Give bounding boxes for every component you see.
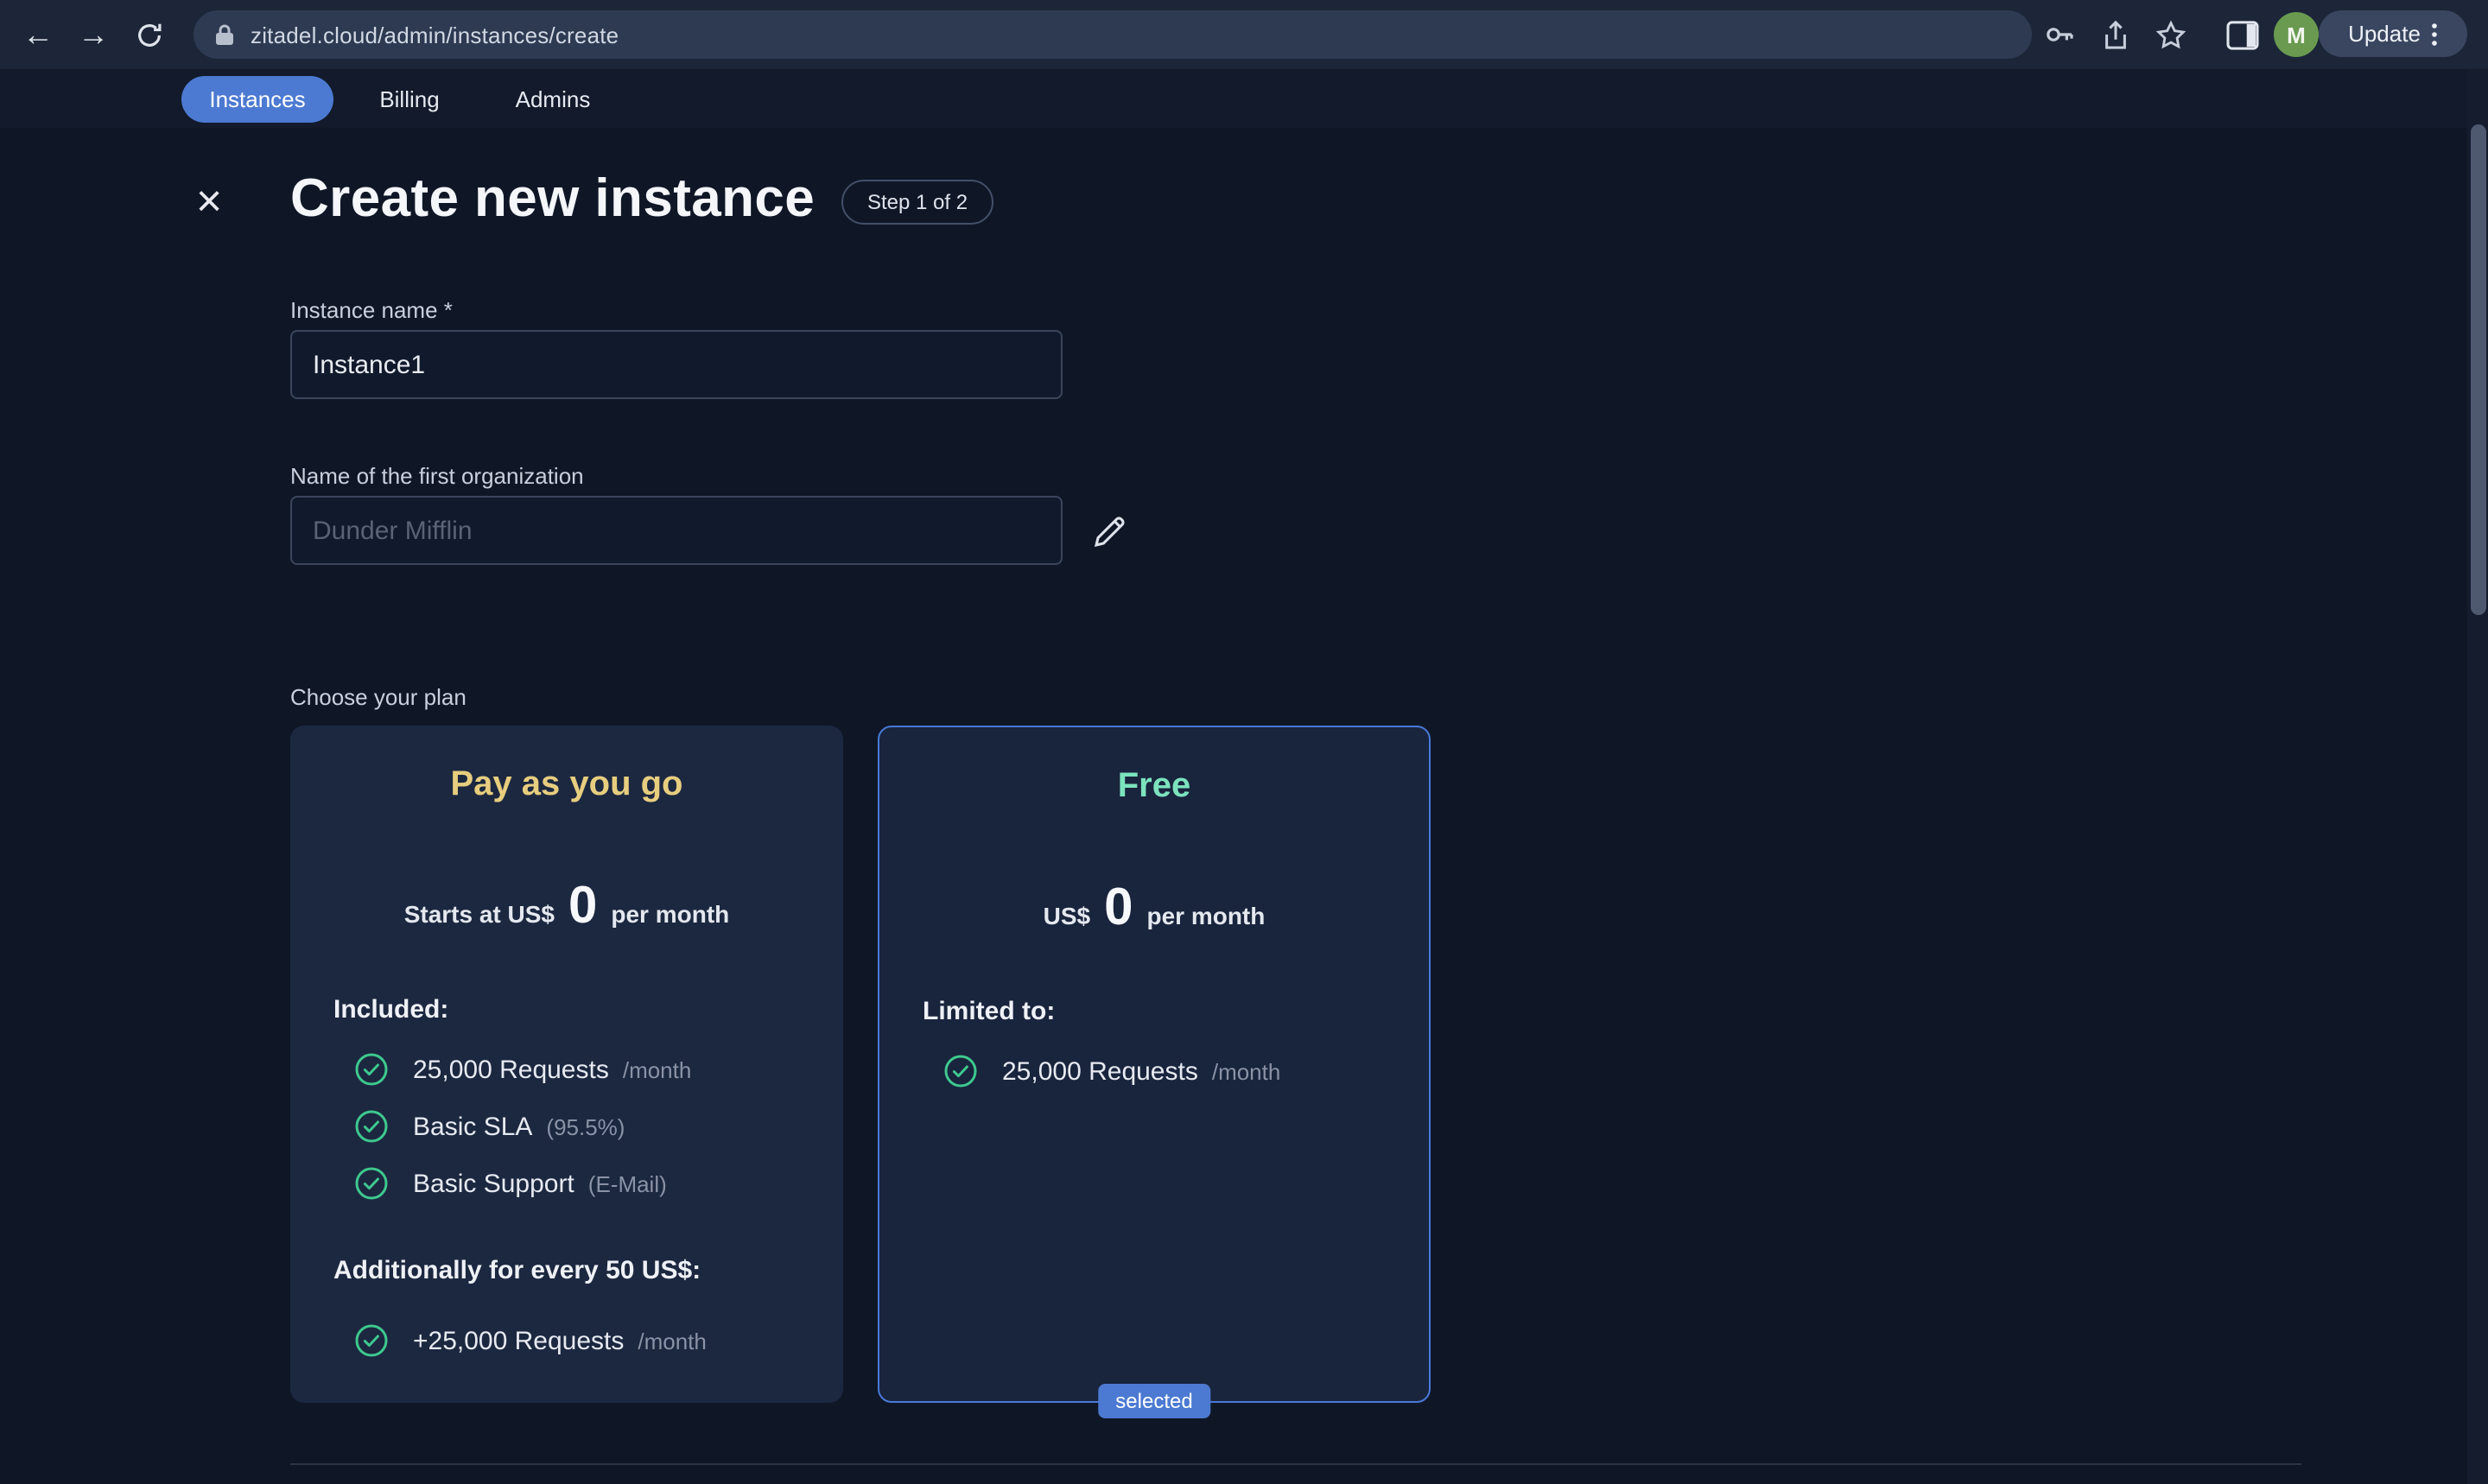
plan-feature-list: 25,000 Requests /month: [943, 1052, 1408, 1090]
plan-name: Free: [1117, 767, 1191, 805]
profile-avatar[interactable]: M: [2274, 12, 2319, 57]
price-suffix: per month: [611, 900, 730, 928]
star-icon: [2155, 19, 2186, 48]
organization-name-input[interactable]: [290, 496, 1063, 565]
feature-note: /month: [638, 1328, 707, 1354]
back-button[interactable]: ←: [14, 10, 62, 59]
plan-name: Pay as you go: [450, 765, 683, 803]
plan-feature: 25,000 Requests /month: [354, 1050, 822, 1088]
lock-icon: [216, 24, 233, 45]
forward-button[interactable]: →: [69, 10, 117, 59]
url-text: zitadel.cloud/admin/instances/create: [251, 22, 619, 48]
price-prefix: US$: [1043, 902, 1091, 929]
close-button[interactable]: ×: [187, 174, 232, 225]
browser-update-button[interactable]: Update: [2319, 10, 2467, 57]
plan-section2-title: Additionally for every 50 US$:: [333, 1256, 701, 1285]
plan-card-free[interactable]: Free US$ 0 per month Limited to: 25,000 …: [878, 726, 1431, 1418]
update-label: Update: [2348, 21, 2421, 47]
menu-dots-icon: [2432, 22, 2437, 45]
plan-feature-list: 25,000 Requests /month Basic SLA (95.5%)…: [354, 1050, 822, 1202]
feature-note: /month: [1211, 1058, 1281, 1084]
feature-text: 25,000 Requests: [413, 1055, 609, 1084]
passwords-key-button[interactable]: [2035, 17, 2084, 52]
plan-feature: Basic SLA (95.5%): [354, 1107, 822, 1145]
feature-note: /month: [622, 1056, 692, 1082]
plan-feature: +25,000 Requests /month: [354, 1322, 822, 1360]
feature-text: 25,000 Requests: [1002, 1056, 1198, 1086]
address-bar[interactable]: zitadel.cloud/admin/instances/create: [194, 10, 2032, 59]
bookmark-button[interactable]: [2146, 17, 2194, 52]
pencil-icon: [1094, 517, 1125, 548]
selected-badge: selected: [1098, 1384, 1210, 1418]
nav-tab-label: Instances: [209, 86, 306, 112]
check-circle-icon: [944, 1055, 977, 1088]
nav-tab-instances[interactable]: Instances: [181, 76, 333, 123]
step-badge: Step 1 of 2: [841, 180, 994, 225]
plan-price: Starts at US$ 0 per month: [290, 878, 843, 936]
check-circle-icon: [355, 1324, 388, 1357]
nav-tab-billing[interactable]: Billing: [354, 76, 465, 123]
share-button[interactable]: [2091, 17, 2139, 52]
section-divider: [290, 1463, 2301, 1465]
feature-text: Basic Support: [413, 1169, 574, 1198]
price-prefix: Starts at US$: [403, 900, 555, 928]
page-title: Create new instance: [290, 168, 816, 228]
plan-card-pay-as-you-go[interactable]: Pay as you go Starts at US$ 0 per month …: [290, 726, 843, 1403]
plan-feature: Basic Support (E-Mail): [354, 1164, 822, 1202]
plan-price: US$ 0 per month: [879, 879, 1429, 938]
check-circle-icon: [355, 1110, 388, 1143]
plan-feature-list-extra: +25,000 Requests /month: [354, 1322, 822, 1360]
reload-button[interactable]: [124, 10, 173, 59]
nav-tab-label: Billing: [379, 86, 440, 112]
share-icon: [2104, 19, 2125, 48]
plan-section-title: Included:: [333, 995, 449, 1024]
plan-section-title: Limited to:: [923, 997, 1056, 1026]
feature-text: +25,000 Requests: [413, 1326, 625, 1355]
side-panel-icon: [2226, 20, 2259, 49]
key-icon: [2047, 28, 2073, 41]
choose-plan-label: Choose your plan: [290, 684, 466, 710]
instance-name-input[interactable]: [290, 330, 1063, 399]
scrollbar-track[interactable]: [2467, 69, 2488, 1484]
instance-name-label: Instance name *: [290, 297, 453, 323]
check-circle-icon: [355, 1167, 388, 1200]
scrollbar-thumb[interactable]: [2471, 124, 2486, 615]
feature-note: (95.5%): [546, 1113, 625, 1139]
site-nav: Instances Billing Admins: [0, 69, 2488, 128]
nav-tab-admins[interactable]: Admins: [498, 76, 608, 123]
browser-window: ← → zitadel.cloud/admin/instances/create: [0, 0, 2488, 1484]
side-panel-button[interactable]: [2218, 17, 2267, 52]
organization-name-label: Name of the first organization: [290, 463, 584, 489]
reload-icon: [137, 22, 161, 46]
plan-feature: 25,000 Requests /month: [943, 1052, 1408, 1090]
feature-text: Basic SLA: [413, 1112, 533, 1141]
check-circle-icon: [355, 1053, 388, 1086]
price-amount: 0: [1104, 879, 1133, 936]
feature-note: (E-Mail): [587, 1170, 667, 1196]
nav-tab-label: Admins: [515, 86, 591, 112]
browser-toolbar: ← → zitadel.cloud/admin/instances/create: [0, 0, 2488, 69]
edit-organization-button[interactable]: [1087, 510, 1132, 555]
price-amount: 0: [568, 878, 598, 935]
price-suffix: per month: [1146, 902, 1266, 929]
